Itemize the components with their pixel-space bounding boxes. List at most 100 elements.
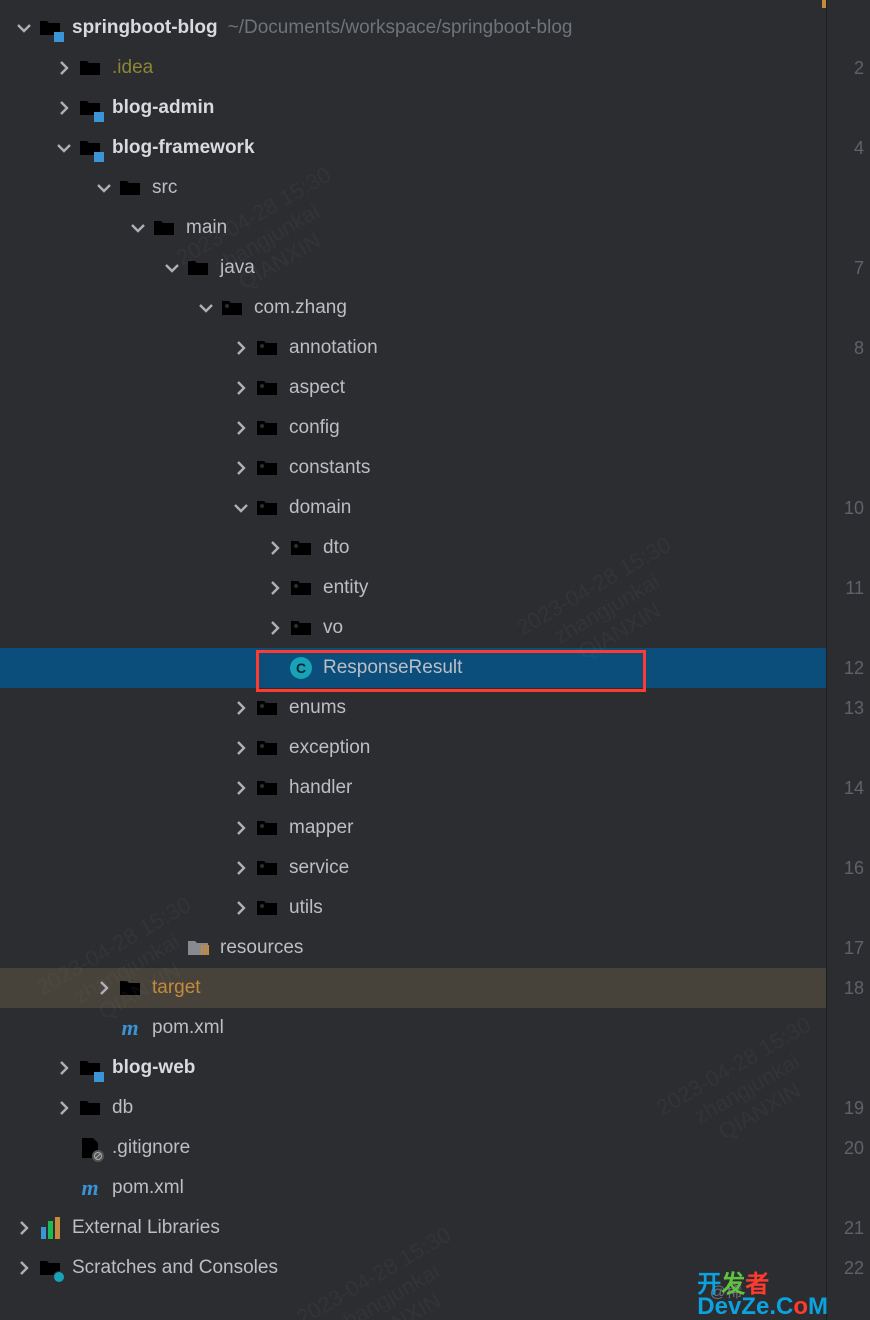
tree-item-label: dto — [323, 537, 349, 559]
chevron-down-icon[interactable] — [196, 298, 216, 318]
tree-item-entity[interactable]: entity — [0, 568, 826, 608]
chevron-right-icon[interactable] — [231, 858, 251, 878]
tree-item-exception[interactable]: exception — [0, 728, 826, 768]
chevron-right-icon[interactable] — [231, 418, 251, 438]
module-folder-icon — [78, 1056, 102, 1080]
tree-item-src[interactable]: src — [0, 168, 826, 208]
chevron-right-icon[interactable] — [231, 378, 251, 398]
line-number: 17 — [827, 928, 870, 968]
tree-item-label: annotation — [289, 337, 378, 359]
folder-icon — [78, 56, 102, 80]
chevron-right-icon[interactable] — [54, 1098, 74, 1118]
folder-icon — [78, 1096, 102, 1120]
tree-item-pom-framework[interactable]: m pom.xml — [0, 1008, 826, 1048]
tree-item-db[interactable]: db — [0, 1088, 826, 1128]
tree-item-domain[interactable]: domain — [0, 488, 826, 528]
chevron-down-icon[interactable] — [231, 498, 251, 518]
maven-icon: m — [118, 1016, 142, 1040]
package-icon — [289, 576, 313, 600]
chevron-down-icon[interactable] — [94, 178, 114, 198]
tree-item-label: java — [220, 257, 255, 279]
tree-item-config[interactable]: config — [0, 408, 826, 448]
chevron-right-icon[interactable] — [231, 698, 251, 718]
package-icon — [289, 616, 313, 640]
tree-item-blog-web[interactable]: blog-web — [0, 1048, 826, 1088]
tree-item-dto[interactable]: dto — [0, 528, 826, 568]
chevron-right-icon[interactable] — [14, 1258, 34, 1278]
tree-item-java[interactable]: java — [0, 248, 826, 288]
chevron-down-icon[interactable] — [162, 258, 182, 278]
tree-item-root-pom[interactable]: m pom.xml — [0, 1168, 826, 1208]
tree-item-service[interactable]: service — [0, 848, 826, 888]
tree-item-resources[interactable]: resources — [0, 928, 826, 968]
tree-item-idea[interactable]: .idea — [0, 48, 826, 88]
line-number: 8 — [827, 328, 870, 368]
chevron-down-icon[interactable] — [128, 218, 148, 238]
package-icon — [255, 856, 279, 880]
tree-item-main[interactable]: main — [0, 208, 826, 248]
tree-item-constants[interactable]: constants — [0, 448, 826, 488]
chevron-right-icon[interactable] — [54, 1058, 74, 1078]
line-number — [827, 168, 870, 208]
chevron-right-icon[interactable] — [231, 458, 251, 478]
line-number: 18 — [827, 968, 870, 1008]
chevron-right-icon[interactable] — [265, 538, 285, 558]
tree-item-enums[interactable]: enums — [0, 688, 826, 728]
tree-item-label: target — [152, 977, 201, 999]
line-number — [827, 208, 870, 248]
tree-item-label: src — [152, 177, 177, 199]
tree-item-label: exception — [289, 737, 370, 759]
module-folder-icon — [78, 96, 102, 120]
line-number — [827, 288, 870, 328]
package-icon — [289, 536, 313, 560]
chevron-right-icon[interactable] — [231, 898, 251, 918]
chevron-right-icon[interactable] — [94, 978, 114, 998]
chevron-down-icon[interactable] — [54, 138, 74, 158]
line-number: 19 — [827, 1088, 870, 1128]
excluded-folder-icon — [118, 976, 142, 1000]
package-icon — [255, 376, 279, 400]
tree-item-vo[interactable]: vo — [0, 608, 826, 648]
tree-item-utils[interactable]: utils — [0, 888, 826, 928]
tree-item-label: Scratches and Consoles — [72, 1257, 278, 1279]
chevron-down-icon[interactable] — [14, 18, 34, 38]
chevron-right-icon[interactable] — [54, 98, 74, 118]
tree-item-blog-framework[interactable]: blog-framework — [0, 128, 826, 168]
chevron-right-icon[interactable] — [265, 618, 285, 638]
resources-folder-icon — [186, 936, 210, 960]
chevron-right-icon[interactable] — [231, 778, 251, 798]
tree-item-handler[interactable]: handler — [0, 768, 826, 808]
maven-icon: m — [78, 1176, 102, 1200]
tree-item-aspect[interactable]: aspect — [0, 368, 826, 408]
package-icon — [255, 896, 279, 920]
tree-item-target[interactable]: target — [0, 968, 826, 1008]
chevron-right-icon[interactable] — [231, 818, 251, 838]
project-tree[interactable]: springboot-blog ~/Documents/workspace/sp… — [0, 0, 826, 1320]
package-icon — [255, 696, 279, 720]
tree-item-external-libraries[interactable]: External Libraries — [0, 1208, 826, 1248]
chevron-right-icon[interactable] — [14, 1218, 34, 1238]
line-number: 11 — [827, 568, 870, 608]
tree-item-gitignore[interactable]: .gitignore — [0, 1128, 826, 1168]
line-number — [827, 888, 870, 928]
line-number: 13 — [827, 688, 870, 728]
tree-item-mapper[interactable]: mapper — [0, 808, 826, 848]
line-number: 4 — [827, 128, 870, 168]
package-icon — [255, 736, 279, 760]
tree-item-root[interactable]: springboot-blog ~/Documents/workspace/sp… — [0, 8, 826, 48]
tree-item-label: blog-framework — [112, 137, 255, 159]
chevron-right-icon[interactable] — [54, 58, 74, 78]
line-number — [827, 1008, 870, 1048]
chevron-right-icon[interactable] — [265, 578, 285, 598]
line-number — [827, 1048, 870, 1088]
tree-item-blog-admin[interactable]: blog-admin — [0, 88, 826, 128]
tree-item-annotation[interactable]: annotation — [0, 328, 826, 368]
package-icon — [255, 416, 279, 440]
tree-item-label: db — [112, 1097, 133, 1119]
chevron-right-icon[interactable] — [231, 338, 251, 358]
tree-item-label: service — [289, 857, 349, 879]
chevron-right-icon[interactable] — [231, 738, 251, 758]
tree-item-package[interactable]: com.zhang — [0, 288, 826, 328]
line-number: 10 — [827, 488, 870, 528]
line-number: 16 — [827, 848, 870, 888]
